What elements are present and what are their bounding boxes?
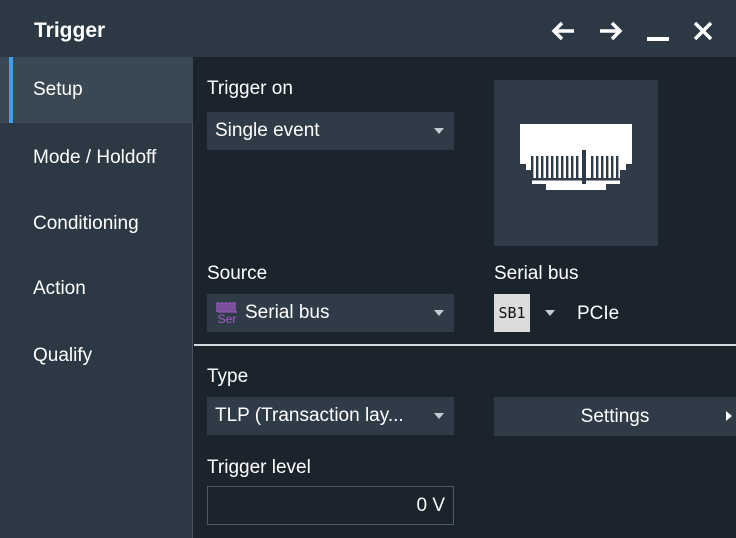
- pcie-connector-icon: [520, 124, 632, 190]
- sidebar-item-mode-holdoff[interactable]: Mode / Holdoff: [0, 125, 193, 191]
- sidebar-item-qualify[interactable]: Qualify: [0, 323, 193, 389]
- close-icon[interactable]: [688, 13, 718, 49]
- sidebar-item-label: Mode / Holdoff: [33, 147, 157, 168]
- sidebar-item-setup[interactable]: Setup: [0, 57, 193, 123]
- trigger-level-input[interactable]: 0 V: [207, 486, 454, 525]
- sidebar-item-conditioning[interactable]: Conditioning: [0, 191, 193, 257]
- chevron-down-icon: [434, 310, 444, 316]
- sidebar-item-label: Action: [33, 278, 86, 299]
- forward-arrow-icon[interactable]: [596, 13, 626, 49]
- trigger-on-value: Single event: [215, 120, 320, 141]
- trigger-on-select[interactable]: Single event: [207, 112, 454, 150]
- chevron-down-icon: [434, 128, 444, 134]
- sidebar-item-label: Qualify: [33, 345, 93, 366]
- sidebar-item-label: Setup: [33, 79, 83, 100]
- back-arrow-icon[interactable]: [548, 13, 578, 49]
- trigger-level-value: 0 V: [416, 494, 445, 516]
- serial-bus-protocol: PCIe: [577, 303, 620, 324]
- section-divider: [194, 344, 736, 346]
- chevron-down-icon: [545, 310, 555, 316]
- sidebar-item-action[interactable]: Action: [0, 256, 193, 322]
- type-value: TLP (Transaction lay...: [215, 405, 404, 426]
- serial-bus-illustration: [494, 80, 658, 246]
- minimize-icon[interactable]: [643, 13, 673, 49]
- serial-bus-dropdown-button[interactable]: [536, 294, 564, 332]
- title-bar: Trigger: [0, 0, 736, 57]
- type-select[interactable]: TLP (Transaction lay...: [207, 397, 454, 435]
- window-title: Trigger: [34, 19, 106, 42]
- settings-button-label: Settings: [580, 405, 650, 427]
- chevron-down-icon: [434, 413, 444, 419]
- source-select[interactable]: Ser Serial bus: [207, 294, 454, 332]
- source-value: Serial bus: [245, 302, 330, 323]
- serial-bus-icon: Ser: [213, 298, 241, 328]
- serial-bus-label: Serial bus: [494, 263, 579, 284]
- settings-button[interactable]: Settings: [494, 397, 736, 436]
- type-label: Type: [207, 366, 249, 387]
- source-label: Source: [207, 263, 268, 284]
- serial-bus-badge: SB1: [498, 304, 526, 322]
- serial-bus-select[interactable]: SB1: [494, 294, 530, 332]
- sidebar: Setup Mode / Holdoff Conditioning Action…: [0, 57, 193, 538]
- sidebar-item-label: Conditioning: [33, 213, 139, 234]
- trigger-on-label: Trigger on: [207, 78, 293, 99]
- trigger-level-label: Trigger level: [207, 457, 311, 478]
- chevron-right-icon: [726, 411, 732, 421]
